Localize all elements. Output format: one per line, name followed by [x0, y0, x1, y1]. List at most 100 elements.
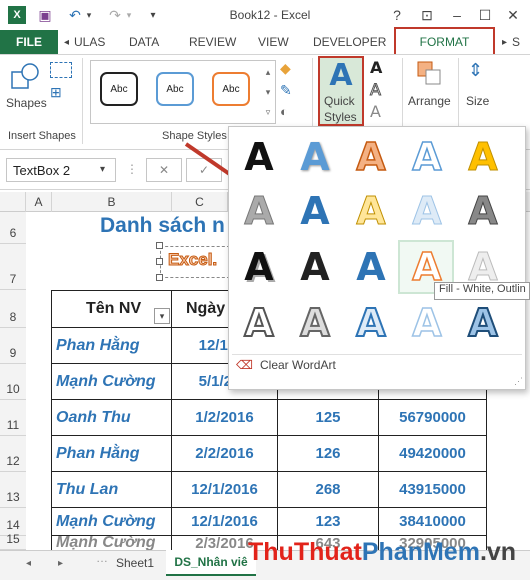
wordart-style[interactable]: A [288, 186, 342, 236]
customize-toolbar-icon[interactable]: ▾ [146, 6, 160, 24]
row-header[interactable]: 15 [0, 532, 26, 550]
cell-quantity[interactable]: 125 [278, 400, 378, 435]
wordart-style[interactable]: A [232, 242, 286, 292]
name-box-dropdown-icon[interactable]: ▾ [100, 164, 105, 175]
shape-effects-icon[interactable]: ◐ [280, 104, 300, 122]
cell-date[interactable]: 12/1/2016 [172, 472, 277, 507]
ribbon-display-button[interactable]: ⊡ [414, 5, 440, 25]
size-button[interactable]: Size [466, 94, 489, 108]
cell-name[interactable]: Oanh Thu [56, 400, 131, 435]
shape-style-swatch[interactable]: Abc [212, 72, 250, 106]
text-effects-icon[interactable]: A [370, 102, 386, 122]
tab-review[interactable]: REVIEW [189, 30, 236, 54]
resize-handle[interactable] [156, 274, 163, 281]
select-all-corner[interactable] [0, 192, 26, 212]
wordart-style[interactable]: A [400, 186, 454, 236]
cell-amount[interactable]: 49420000 [379, 436, 486, 471]
text-box-icon[interactable]: ⊞ [50, 84, 72, 100]
cell-name[interactable]: Thu Lan [56, 472, 118, 507]
tab-scroll-left-icon[interactable]: ◂ [64, 30, 69, 54]
wordart-style[interactable]: A [400, 132, 454, 182]
wordart-style[interactable]: A [400, 298, 454, 348]
gallery-resize-grip-icon[interactable]: ⋰ [514, 376, 523, 387]
tab-formulas[interactable]: ULAS [74, 30, 105, 54]
sheet-tab[interactable]: Sheet1 [108, 552, 162, 574]
gallery-scroll-icon[interactable]: ▴ ▾ ▿ [262, 62, 274, 122]
wordart-style[interactable]: A [288, 132, 342, 182]
filter-dropdown-icon[interactable]: ▾ [154, 308, 170, 324]
tab-scroll-right-icon[interactable]: ▸ [502, 30, 507, 54]
column-header[interactable]: B [52, 192, 172, 212]
cell-date[interactable]: 1/2/2016 [172, 400, 277, 435]
minimize-button[interactable]: – [444, 5, 470, 25]
row-header[interactable]: 7 [0, 244, 26, 290]
cell-quantity[interactable]: 268 [278, 472, 378, 507]
resize-handle[interactable] [156, 258, 163, 265]
text-fill-icon[interactable]: A [370, 58, 386, 78]
shapes-icon[interactable] [10, 62, 40, 92]
cell-amount[interactable]: 56790000 [379, 400, 486, 435]
save-icon[interactable]: ▣ [36, 6, 54, 24]
arrange-icon[interactable] [416, 60, 442, 86]
wordart-style[interactable]: A [456, 186, 510, 236]
tab-view[interactable]: VIEW [258, 30, 289, 54]
wordart-style[interactable]: A [288, 298, 342, 348]
cell-amount[interactable]: 43915000 [379, 472, 486, 507]
resize-handle[interactable] [156, 242, 163, 249]
wordart-style[interactable]: A [344, 298, 398, 348]
column-header[interactable]: A [26, 192, 52, 212]
cell-name[interactable]: Mạnh Cường [56, 508, 155, 535]
undo-dropdown-icon[interactable]: ▾ [84, 6, 94, 24]
tab-data[interactable]: DATA [129, 30, 159, 54]
cell-name[interactable]: Mạnh Cường [56, 536, 155, 550]
cell-quantity[interactable]: 123 [278, 508, 378, 535]
cell-date[interactable]: 2/2/2016 [172, 436, 277, 471]
wordart-style[interactable]: A [288, 242, 342, 292]
sheet-scroll-left-icon[interactable]: ◂ [26, 558, 31, 569]
cell-name[interactable]: Phan Hằng [56, 436, 140, 471]
clear-wordart-button[interactable]: Clear WordArt [260, 358, 336, 372]
tab-file[interactable]: FILE [0, 30, 58, 54]
row-header[interactable]: 13 [0, 472, 26, 508]
cell-date[interactable]: 12/1/ [172, 328, 232, 363]
shapes-button[interactable]: Shapes [6, 96, 47, 110]
row-header[interactable]: 9 [0, 328, 26, 364]
text-outline-icon[interactable]: A [370, 80, 386, 100]
wordart-style[interactable]: A [456, 298, 510, 348]
cancel-entry-button[interactable]: ✕ [146, 158, 182, 182]
undo-icon[interactable]: ↶ [66, 6, 84, 24]
cell-amount[interactable]: 38410000 [379, 508, 486, 535]
wordart-style[interactable]: A [232, 298, 286, 348]
cell-date[interactable]: 5/1/2 [172, 364, 232, 399]
row-header[interactable]: 11 [0, 400, 26, 436]
sheet-tab-active[interactable]: DS_Nhân viê [166, 550, 256, 576]
redo-dropdown-icon[interactable]: ▾ [124, 6, 134, 24]
sheet-scroll-right-icon[interactable]: ▸ [58, 558, 63, 569]
size-icon[interactable]: ⇕ [468, 60, 488, 86]
shape-style-swatch[interactable]: Abc [100, 72, 138, 106]
cell-quantity[interactable]: 126 [278, 436, 378, 471]
row-header[interactable]: 6 [0, 212, 26, 244]
help-button[interactable]: ? [384, 5, 410, 25]
edit-shape-icon[interactable] [50, 62, 72, 78]
wordart-style[interactable]: A [456, 132, 510, 182]
row-header[interactable]: 10 [0, 364, 26, 400]
row-header[interactable]: 12 [0, 436, 26, 472]
redo-icon[interactable]: ↷ [106, 6, 124, 24]
shape-style-swatch[interactable]: Abc [156, 72, 194, 106]
wordart-style[interactable]: A [344, 242, 398, 292]
arrange-button[interactable]: Arrange [408, 94, 451, 108]
tab-share[interactable]: S [512, 30, 520, 54]
shape-outline-icon[interactable]: ✎ [280, 82, 300, 100]
wordart-style[interactable]: A [232, 186, 286, 236]
cell-date[interactable]: 12/1/2016 [172, 508, 277, 535]
shape-fill-icon[interactable]: ◆ [280, 60, 300, 78]
cell-name[interactable]: Phan Hằng [56, 328, 140, 363]
wordart-style[interactable]: A [232, 132, 286, 182]
row-header[interactable]: 8 [0, 290, 26, 328]
sheet-tabs-overflow-icon[interactable]: … [96, 551, 108, 565]
maximize-button[interactable]: ☐ [472, 5, 498, 25]
cell-name[interactable]: Mạnh Cường [56, 364, 155, 399]
tab-developer[interactable]: DEVELOPER [313, 30, 386, 54]
tab-format[interactable]: FORMAT [394, 27, 495, 57]
